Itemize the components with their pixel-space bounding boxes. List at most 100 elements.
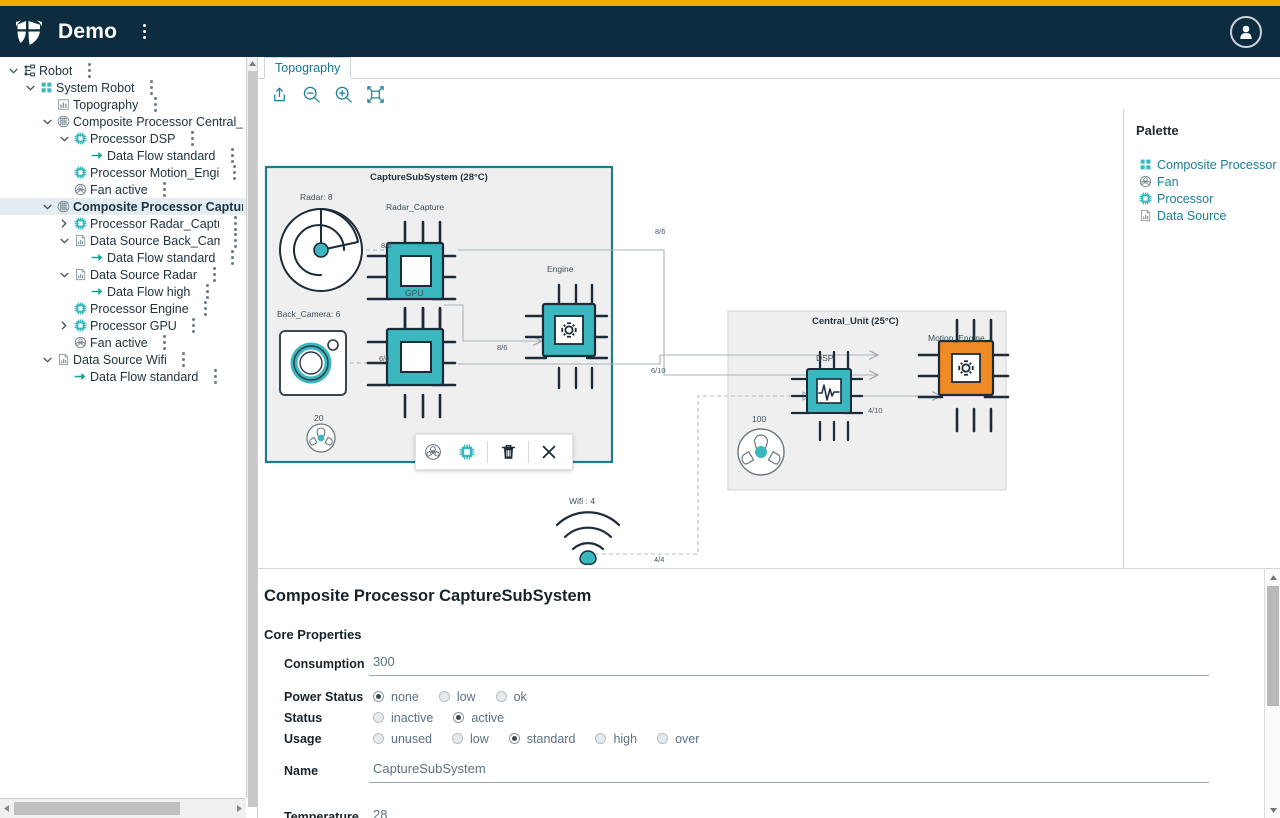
edge-label-radar-to-capture: 8/6 — [381, 241, 392, 250]
tree-item-kebab-menu-icon[interactable] — [156, 182, 174, 197]
tree-vertical-scrollbar[interactable] — [246, 57, 257, 807]
radio-usage-low[interactable]: low — [452, 732, 489, 746]
tree-item-kebab-menu-icon[interactable] — [80, 63, 98, 78]
tree-item-kebab-menu-icon[interactable] — [227, 165, 243, 180]
chevron-down-icon[interactable] — [23, 85, 37, 91]
tree-item-label: Processor Radar_Capture — [90, 216, 219, 231]
tree-horizontal-scrollbar[interactable] — [0, 798, 246, 818]
delete-icon[interactable] — [491, 435, 525, 469]
radio-usage-high[interactable]: high — [595, 732, 637, 746]
tree-item-system-robot[interactable]: System Robot — [0, 79, 247, 96]
chevron-right-icon[interactable] — [57, 321, 71, 330]
tree-item-data-source-back-camera[interactable]: Data Source Back_Camera — [0, 232, 247, 249]
palette-item-fan[interactable]: Fan — [1136, 173, 1280, 190]
tree-item-composite-processor-capturesubsystem[interactable]: Composite Processor CaptureSubSystem — [0, 198, 247, 215]
fit-to-screen-icon[interactable] — [362, 81, 388, 107]
add-fan-icon[interactable] — [416, 435, 450, 469]
palette-item-label: Fan — [1157, 174, 1179, 189]
radio-status-active[interactable]: active — [453, 711, 504, 725]
properties-vertical-scroll-thumb[interactable] — [1267, 586, 1279, 706]
tree-item-kebab-menu-icon[interactable] — [156, 335, 174, 350]
tree-item-processor-motion-engine[interactable]: Processor Motion_Engine — [0, 164, 247, 181]
usage-radio-group[interactable]: unused low standard high over — [369, 732, 1209, 746]
tree-item-data-flow-standard[interactable]: Data Flow standard — [0, 368, 247, 385]
close-icon[interactable] — [532, 435, 566, 469]
chevron-down-icon[interactable] — [57, 238, 71, 244]
radio-power-status-low[interactable]: low — [438, 690, 476, 704]
zoom-out-icon[interactable] — [298, 81, 324, 107]
tree-item-kebab-menu-icon[interactable] — [223, 148, 241, 163]
tree-item-kebab-menu-icon[interactable] — [146, 97, 164, 112]
tree-item-label: Data Flow high — [107, 284, 191, 299]
tree-item-data-source-wifi[interactable]: Data Source Wifi — [0, 351, 247, 368]
status-radio-group[interactable]: inactive active — [369, 711, 1209, 725]
tree-item-topography[interactable]: Topography — [0, 96, 247, 113]
edge-label-dsp-to-motion: 4/10 — [868, 406, 883, 415]
temperature-input[interactable]: 28 — [369, 805, 1209, 818]
palette-item-processor[interactable]: Processor — [1136, 190, 1280, 207]
tree-item-fan-active[interactable]: Fan active — [0, 181, 247, 198]
properties-scroll-up-arrow-icon[interactable] — [1265, 569, 1280, 585]
tree-item-kebab-menu-icon[interactable] — [175, 352, 193, 367]
tree-item-kebab-menu-icon[interactable] — [183, 131, 201, 146]
property-row-status: Status inactive active — [264, 707, 1264, 728]
topography-diagram[interactable]: CaptureSubSystem (28°C) Central_Unit (25… — [258, 109, 1123, 568]
chevron-down-icon[interactable] — [40, 119, 54, 125]
radio-power-status-ok[interactable]: ok — [495, 690, 527, 704]
tree-item-processor-engine[interactable]: Processor Engine — [0, 300, 247, 317]
tree-item-kebab-menu-icon[interactable] — [227, 216, 243, 231]
power-status-radio-group[interactable]: none low ok — [369, 690, 1209, 704]
tree-item-kebab-menu-icon[interactable] — [185, 318, 203, 333]
user-avatar[interactable] — [1230, 15, 1262, 48]
consumption-input[interactable]: 300 — [369, 652, 1209, 676]
radio-usage-unused[interactable]: unused — [373, 732, 432, 746]
node-label-back-camera: Back_Camera: 6 — [277, 309, 341, 319]
tree-horizontal-scroll-thumb[interactable] — [14, 802, 180, 815]
chevron-down-icon[interactable] — [40, 357, 54, 363]
tree-item-kebab-menu-icon[interactable] — [223, 250, 241, 265]
chevron-down-icon[interactable] — [57, 136, 71, 142]
tree-item-data-flow-standard[interactable]: Data Flow standard — [0, 249, 247, 266]
tree-item-data-source-radar[interactable]: Data Source Radar — [0, 266, 247, 283]
radio-power-status-none[interactable]: none — [373, 690, 419, 704]
chevron-down-icon[interactable] — [6, 68, 20, 74]
scroll-up-arrow-icon[interactable] — [247, 57, 257, 70]
export-icon[interactable] — [266, 81, 292, 107]
tree-item-kebab-menu-icon[interactable] — [206, 369, 224, 384]
tree-item-data-flow-standard[interactable]: Data Flow standard — [0, 147, 247, 164]
tree-item-robot[interactable]: Robot — [0, 62, 247, 79]
palette-item-composite-processor[interactable]: Composite Processor — [1136, 156, 1280, 173]
tree-item-fan-active[interactable]: Fan active — [0, 334, 247, 351]
tree-item-label: Processor DSP — [90, 131, 176, 146]
shield-logo-icon — [14, 17, 44, 47]
tree-item-kebab-menu-icon[interactable] — [198, 284, 216, 299]
tree-item-composite-processor-central-unit[interactable]: Composite Processor Central_Unit — [0, 113, 247, 130]
tree-item-data-flow-high[interactable]: Data Flow high — [0, 283, 247, 300]
header-kebab-menu-icon[interactable] — [135, 24, 153, 39]
name-input[interactable]: CaptureSubSystem — [369, 759, 1209, 783]
tree-item-processor-dsp[interactable]: Processor DSP — [0, 130, 247, 147]
add-processor-icon[interactable] — [450, 435, 484, 469]
tree-item-processor-gpu[interactable]: Processor GPU — [0, 317, 247, 334]
tree-item-processor-radar-capture[interactable]: Processor Radar_Capture — [0, 215, 247, 232]
radio-usage-standard[interactable]: standard — [508, 732, 575, 746]
tree-item-kebab-menu-icon[interactable] — [228, 233, 243, 248]
properties-scroll-down-arrow-icon[interactable] — [1265, 802, 1280, 818]
tab-topography[interactable]: Topography — [264, 57, 352, 79]
chevron-down-icon[interactable] — [40, 204, 54, 210]
properties-vertical-scrollbar[interactable] — [1264, 569, 1280, 818]
palette-item-data-source[interactable]: Data Source — [1136, 207, 1280, 224]
radio-usage-over[interactable]: over — [657, 732, 699, 746]
scroll-right-arrow-icon[interactable] — [233, 799, 246, 818]
chevron-down-icon[interactable] — [57, 272, 71, 278]
zoom-in-icon[interactable] — [330, 81, 356, 107]
chevron-right-icon[interactable] — [57, 219, 71, 228]
scroll-left-arrow-icon[interactable] — [0, 799, 13, 818]
radio-status-inactive[interactable]: inactive — [373, 711, 433, 725]
selection-context-toolbar[interactable] — [415, 434, 573, 470]
tree-item-kebab-menu-icon[interactable] — [205, 267, 223, 282]
tree-item-kebab-menu-icon[interactable] — [197, 301, 215, 316]
tree-item-kebab-menu-icon[interactable] — [143, 80, 161, 95]
node-label-engine: Engine — [547, 264, 574, 274]
tree-vertical-scroll-thumb[interactable] — [248, 71, 257, 807]
